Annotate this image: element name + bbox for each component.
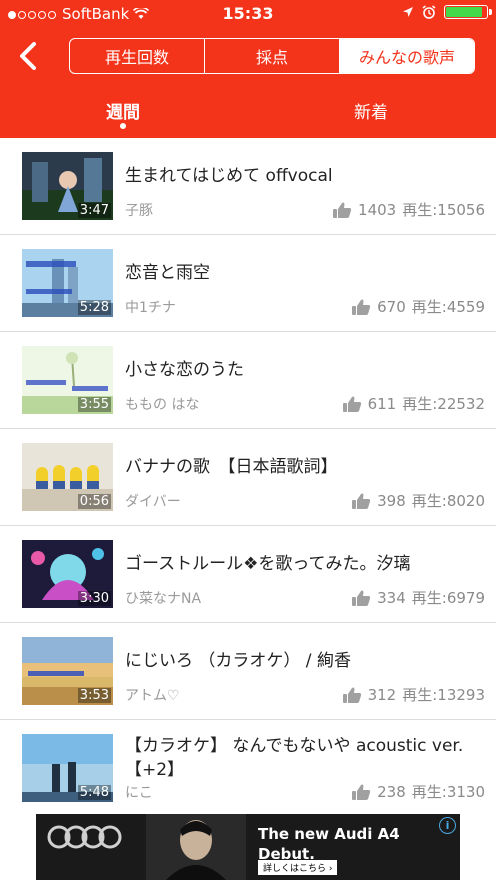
audi-logo-icon [47,825,122,849]
duration-label: 5:48 [77,785,111,800]
list-item[interactable]: 3:30 ゴーストルール❖を歌ってみた。汐璃 ひ菜なナNA 334 再生:697… [0,526,496,623]
segment-play-count[interactable]: 再生回数 [70,39,205,73]
thumbs-up-icon [352,783,371,800]
status-bar: SoftBank 15:33 [0,0,496,28]
ad-headline: The new Audi A4 Debut. [258,825,400,863]
alarm-icon [422,5,436,19]
song-title: にじいろ （カラオケ） / 絢香 [125,651,351,671]
thumbs-up-icon [352,589,371,606]
thumbs-up-icon [342,686,361,703]
like-count: 1403 [358,200,397,219]
play-count: 再生:4559 [411,298,485,316]
period-tabs: 週間 新着 [0,96,496,136]
like-count: 611 [367,394,397,413]
video-thumbnail: 3:47 [22,152,113,220]
video-thumbnail: 0:56 [22,443,113,511]
user-name: ダイバー [125,494,181,510]
user-name: 子豚 [125,203,153,219]
ad-model-image [146,814,246,880]
song-title: 恋音と雨空 [125,263,210,283]
ad-info-icon[interactable]: i [439,817,456,834]
video-thumbnail: 5:28 [22,249,113,317]
play-count: 再生:22532 [402,395,485,413]
like-count: 334 [377,588,406,607]
location-arrow-icon [403,7,413,17]
song-title: ゴーストルール❖を歌ってみた。汐璃 [125,554,411,574]
like-count: 398 [377,491,406,510]
battery-icon [444,5,492,19]
tab-new[interactable]: 新着 [354,98,388,123]
user-name: アトム♡ [125,688,180,704]
play-count: 再生:3130 [411,783,485,801]
duration-label: 3:53 [77,688,111,703]
play-count: 再生:13293 [402,686,485,704]
video-thumbnail: 3:55 [22,346,113,414]
duration-label: 3:30 [77,591,111,606]
like-count: 312 [367,685,397,704]
ranking-segmented-control: 再生回数 採点 みんなの歌声 [69,38,475,74]
duration-label: 0:56 [77,494,111,509]
list-item[interactable]: 3:55 小さな恋のうた ももの はな 611 再生:22532 [0,332,496,429]
video-thumbnail: 3:53 [22,637,113,705]
app-header: SoftBank 15:33 再生回数 採点 みんなの歌声 週間 新着 [0,0,496,138]
play-count: 再生:6979 [411,589,485,607]
duration-label: 5:28 [77,300,111,315]
segment-everyones-voice[interactable]: みんなの歌声 [340,39,474,73]
back-chevron-icon[interactable] [14,38,44,74]
thumbs-up-icon [333,201,352,218]
list-item[interactable]: 3:47 生まれてはじめて offvocal 子豚 1403 再生:15056 [0,138,496,235]
list-item[interactable]: 5:28 恋音と雨空 中1チナ 670 再生:4559 [0,235,496,332]
user-name: ひ菜なナNA [125,591,202,607]
song-title: 生まれてはじめて offvocal [125,166,333,186]
like-count: 238 [377,782,406,801]
song-title: 【カラオケ】 なんでもないや acoustic ver. 【+2】 [125,736,464,780]
duration-label: 3:47 [77,203,111,218]
segment-scoring[interactable]: 採点 [205,39,340,73]
duration-label: 3:55 [77,397,111,412]
list-item[interactable]: 0:56 バナナの歌 【日本語歌詞】 ダイバー 398 再生:8020 [0,429,496,526]
thumbs-up-icon [352,492,371,509]
play-count: 再生:8020 [411,492,485,510]
play-count: 再生:15056 [402,201,485,219]
user-name: ももの はな [125,397,200,413]
list-item[interactable]: 3:53 にじいろ （カラオケ） / 絢香 アトム♡ 312 再生:13293 [0,623,496,720]
song-title: 小さな恋のうた [125,360,244,380]
song-list: 3:47 生まれてはじめて offvocal 子豚 1403 再生:15056 … [0,138,496,817]
like-count: 670 [377,297,406,316]
list-item[interactable]: 5:48 【カラオケ】 なんでもないや acoustic ver. 【+2】 に… [0,720,496,817]
song-title: バナナの歌 【日本語歌詞】 [125,457,338,477]
tab-weekly[interactable]: 週間 [106,98,140,123]
video-thumbnail: 5:48 [22,734,113,802]
ad-cta-button[interactable]: 詳しくはこちら › [258,860,338,875]
user-name: にこ [125,785,153,801]
thumbs-up-icon [342,395,361,412]
thumbs-up-icon [352,298,371,315]
video-thumbnail: 3:30 [22,540,113,608]
active-tab-indicator [120,123,126,129]
ad-banner[interactable]: The new Audi A4 Debut. 詳しくはこちら › i [36,814,460,880]
user-name: 中1チナ [125,300,176,316]
